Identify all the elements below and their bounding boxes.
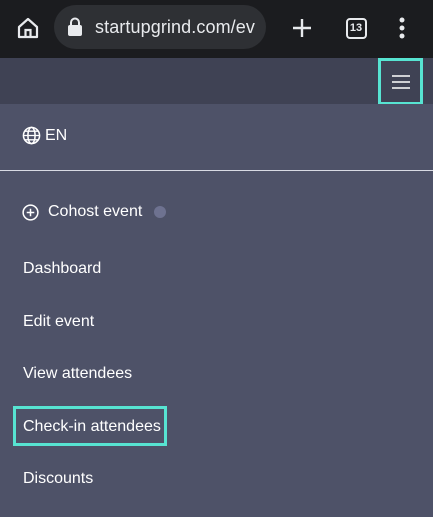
address-bar[interactable]: startupgrind.com/ev [54, 5, 266, 49]
site-header [0, 58, 433, 104]
menu-item-view-attendees[interactable]: View attendees [23, 365, 132, 383]
cohost-label: Cohost event [48, 203, 143, 220]
tab-count: 13 [345, 17, 367, 39]
menu-item-discounts[interactable]: Discounts [23, 470, 93, 488]
language-selector[interactable]: EN [22, 126, 67, 145]
more-vert-icon [399, 17, 405, 39]
nav-menu [0, 104, 433, 517]
status-dot [154, 206, 167, 218]
add-circle-icon [22, 203, 39, 221]
hamburger-menu-button[interactable] [378, 58, 423, 105]
plus-icon [293, 19, 311, 37]
hamburger-icon [391, 74, 410, 89]
home-icon [17, 17, 39, 39]
tab-switcher-button[interactable]: 13 [341, 13, 371, 43]
lock-icon [67, 16, 87, 38]
browser-toolbar: startupgrind.com/ev 13 [0, 0, 433, 58]
menu-divider [0, 170, 433, 171]
url-text: startupgrind.com/ev [95, 16, 255, 37]
language-label: EN [45, 126, 68, 144]
menu-item-dashboard[interactable]: Dashboard [23, 260, 101, 278]
home-button[interactable] [10, 10, 46, 46]
menu-item-edit-event[interactable]: Edit event [23, 313, 94, 331]
browser-menu-button[interactable] [388, 10, 416, 46]
globe-icon [22, 126, 41, 145]
new-tab-button[interactable] [284, 10, 320, 46]
menu-item-check-in-attendees[interactable]: Check-in attendees [23, 418, 161, 436]
cohost-event-item[interactable]: Cohost event [22, 203, 167, 221]
